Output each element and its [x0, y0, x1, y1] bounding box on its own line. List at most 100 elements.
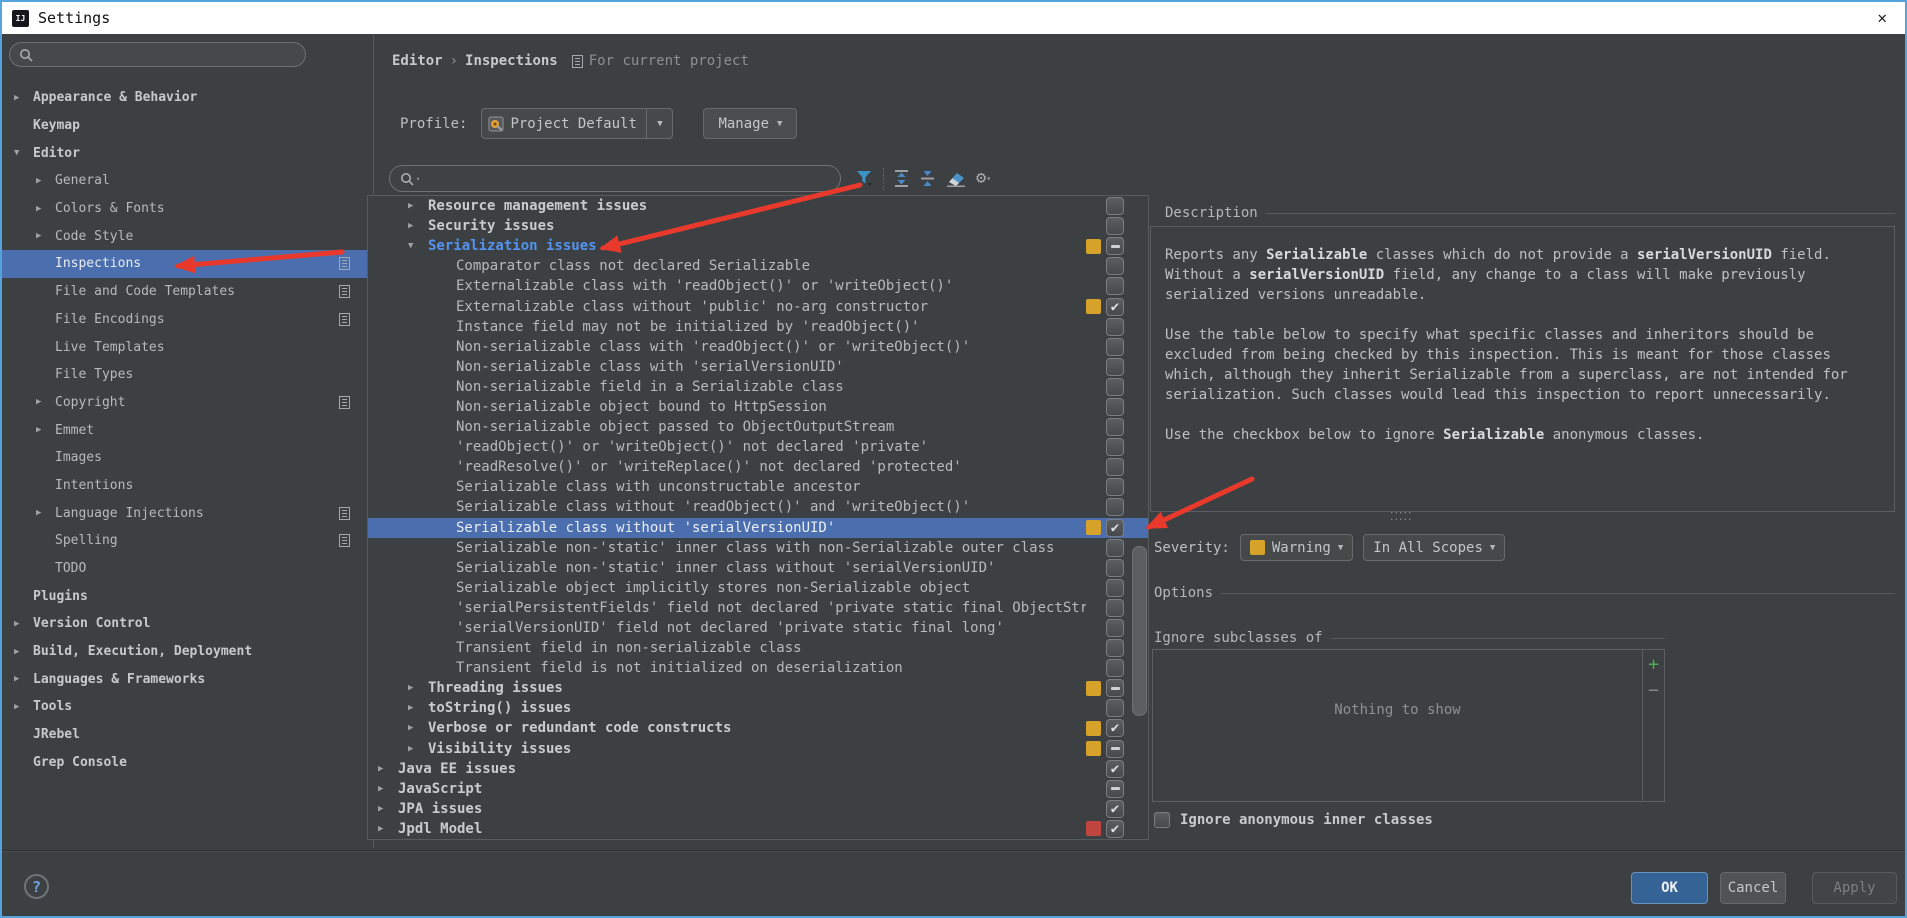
inspection-checkbox[interactable] — [1106, 639, 1124, 657]
sidebar-item-emmet[interactable]: ▶Emmet — [2, 416, 372, 444]
chevron-down-icon[interactable]: ▼ — [646, 109, 672, 138]
inspection-row-serialversionuid-field-not-declared-priv[interactable]: 'serialVersionUID' field not declared 'p… — [368, 618, 1148, 638]
inspection-row-transient-field-in-non-serializable-clas[interactable]: Transient field in non-serializable clas… — [368, 638, 1148, 658]
inspection-checkbox[interactable] — [1106, 619, 1124, 637]
inspection-checkbox[interactable] — [1106, 478, 1124, 496]
inspection-checkbox[interactable] — [1106, 740, 1124, 758]
inspection-checkbox[interactable] — [1106, 358, 1124, 376]
inspection-row-non-serializable-class-with-readobject-o[interactable]: Non-serializable class with 'readObject(… — [368, 337, 1148, 357]
inspection-checkbox[interactable] — [1106, 579, 1124, 597]
inspection-checkbox[interactable] — [1106, 418, 1124, 436]
splitter-handle[interactable]: ⁚⁚⁚⁚⁚ — [1390, 510, 1412, 523]
help-button[interactable]: ? — [24, 874, 49, 899]
gear-icon[interactable]: ⚙▾ — [976, 170, 991, 187]
sidebar-item-language-injections[interactable]: ▶Language Injections — [2, 499, 372, 527]
filter-icon[interactable] — [855, 169, 874, 188]
inspection-checkbox[interactable] — [1106, 820, 1124, 838]
chevron-right-icon[interactable]: ▶ — [36, 204, 55, 214]
inspection-checkbox[interactable] — [1106, 277, 1124, 295]
chevron-right-icon[interactable]: ▶ — [408, 744, 428, 754]
close-icon[interactable]: ✕ — [1869, 8, 1895, 28]
sidebar-item-images[interactable]: Images — [2, 444, 372, 472]
inspection-checkbox[interactable] — [1106, 659, 1124, 677]
sidebar-item-grep-console[interactable]: Grep Console — [2, 749, 372, 777]
sidebar-item-copyright[interactable]: ▶Copyright — [2, 389, 372, 417]
chevron-right-icon[interactable]: ▶ — [36, 508, 55, 518]
inspection-checkbox[interactable] — [1106, 498, 1124, 516]
sidebar-item-todo[interactable]: TODO — [2, 555, 372, 583]
collapse-all-icon[interactable] — [919, 169, 936, 188]
sidebar-item-file-and-code-templates[interactable]: File and Code Templates — [2, 278, 372, 306]
inspection-row-readresolve-or-writereplace-not-declared[interactable]: 'readResolve()' or 'writeReplace()' not … — [368, 457, 1148, 477]
inspection-checkbox[interactable] — [1106, 539, 1124, 557]
inspection-checkbox[interactable] — [1106, 699, 1124, 717]
inspection-row-externalizable-class-with-readobject-or-[interactable]: Externalizable class with 'readObject()'… — [368, 276, 1148, 296]
inspection-row-jpa-issues[interactable]: ▶JPA issues — [368, 799, 1148, 819]
inspection-row-non-serializable-object-passed-to-object[interactable]: Non-serializable object passed to Object… — [368, 417, 1148, 437]
breadcrumb-inspections[interactable]: Inspections — [465, 53, 558, 69]
chevron-right-icon[interactable]: ▶ — [378, 804, 398, 814]
sidebar-item-code-style[interactable]: ▶Code Style — [2, 222, 372, 250]
sidebar-item-jrebel[interactable]: JRebel — [2, 721, 372, 749]
sidebar-item-version-control[interactable]: ▶Version Control — [2, 610, 372, 638]
inspection-checkbox[interactable] — [1106, 438, 1124, 456]
sidebar-item-plugins[interactable]: Plugins — [2, 582, 372, 610]
inspections-search-input[interactable]: ▾ — [389, 165, 841, 192]
manage-button[interactable]: Manage ▼ — [703, 108, 797, 139]
inspection-row-javascript[interactable]: ▶JavaScript — [368, 779, 1148, 799]
chevron-right-icon[interactable]: ▶ — [408, 703, 428, 713]
inspection-row-serializable-class-with-unconstructable-[interactable]: Serializable class with unconstructable … — [368, 477, 1148, 497]
inspection-checkbox[interactable] — [1106, 298, 1124, 316]
inspection-row-tostring-issues[interactable]: ▶toString() issues — [368, 698, 1148, 718]
inspection-checkbox[interactable] — [1106, 197, 1124, 215]
inspection-row-serialpersistentfields-field-not-declare[interactable]: 'serialPersistentFields' field not decla… — [368, 598, 1148, 618]
chevron-right-icon[interactable]: ▶ — [408, 221, 428, 231]
chevron-right-icon[interactable]: ▶ — [36, 397, 55, 407]
scope-select[interactable]: In All Scopes ▼ — [1363, 534, 1505, 561]
breadcrumb-editor[interactable]: Editor — [392, 53, 443, 69]
sidebar-item-keymap[interactable]: Keymap — [2, 112, 372, 140]
sidebar-item-file-encodings[interactable]: File Encodings — [2, 306, 372, 334]
inspection-row-serializable-class-without-readobject-an[interactable]: Serializable class without 'readObject()… — [368, 497, 1148, 517]
sidebar-item-inspections[interactable]: Inspections — [2, 250, 372, 278]
sidebar-search-input[interactable] — [9, 42, 306, 67]
expand-all-icon[interactable] — [893, 169, 910, 188]
chevron-right-icon[interactable]: ▶ — [14, 674, 33, 684]
sidebar-item-build-execution-deployment[interactable]: ▶Build, Execution, Deployment — [2, 638, 372, 666]
inspection-checkbox[interactable] — [1106, 780, 1124, 798]
sidebar-item-appearance-behavior[interactable]: ▶Appearance & Behavior — [2, 84, 372, 112]
inspection-row-externalizable-class-without-public-no-a[interactable]: Externalizable class without 'public' no… — [368, 296, 1148, 316]
sidebar-item-general[interactable]: ▶General — [2, 167, 372, 195]
inspection-row-serializable-object-implicitly-stores-no[interactable]: Serializable object implicitly stores no… — [368, 578, 1148, 598]
inspection-row-security-issues[interactable]: ▶Security issues — [368, 216, 1148, 236]
chevron-right-icon[interactable]: ▶ — [378, 824, 398, 834]
ignore-subclasses-list[interactable]: Nothing to show + − — [1152, 649, 1665, 802]
chevron-right-icon[interactable]: ▶ — [14, 93, 33, 103]
chevron-right-icon[interactable]: ▶ — [36, 425, 55, 435]
inspection-row-serializable-non-static-inner-class-with[interactable]: Serializable non-'static' inner class wi… — [368, 558, 1148, 578]
inspection-checkbox[interactable] — [1106, 237, 1124, 255]
inspection-row-instance-field-may-not-be-initialized-by[interactable]: Instance field may not be initialized by… — [368, 317, 1148, 337]
cancel-button[interactable]: Cancel — [1720, 872, 1786, 904]
reset-results-eraser-icon[interactable] — [945, 169, 967, 188]
inspection-checkbox[interactable] — [1106, 318, 1124, 336]
inspection-checkbox[interactable] — [1106, 559, 1124, 577]
sidebar-item-spelling[interactable]: Spelling — [2, 527, 372, 555]
inspection-row-visibility-issues[interactable]: ▶Visibility issues — [368, 739, 1148, 759]
chevron-down-icon[interactable]: ▼ — [408, 241, 428, 251]
ignore-anonymous-checkbox[interactable] — [1154, 812, 1170, 828]
inspection-row-non-serializable-field-in-a-serializable[interactable]: Non-serializable field in a Serializable… — [368, 377, 1148, 397]
sidebar-item-languages-frameworks[interactable]: ▶Languages & Frameworks — [2, 665, 372, 693]
chevron-right-icon[interactable]: ▶ — [408, 683, 428, 693]
inspection-row-threading-issues[interactable]: ▶Threading issues — [368, 678, 1148, 698]
search-history-caret-icon[interactable]: ▾ — [416, 175, 420, 183]
inspection-checkbox[interactable] — [1106, 719, 1124, 737]
sidebar-item-tools[interactable]: ▶Tools — [2, 693, 372, 721]
chevron-right-icon[interactable]: ▶ — [14, 702, 33, 712]
inspection-checkbox[interactable] — [1106, 338, 1124, 356]
chevron-right-icon[interactable]: ▶ — [378, 764, 398, 774]
inspection-checkbox[interactable] — [1106, 519, 1124, 537]
inspection-checkbox[interactable] — [1106, 378, 1124, 396]
inspection-row-jpdl-model[interactable]: ▶Jpdl Model — [368, 819, 1148, 839]
add-icon[interactable]: + — [1648, 658, 1659, 672]
